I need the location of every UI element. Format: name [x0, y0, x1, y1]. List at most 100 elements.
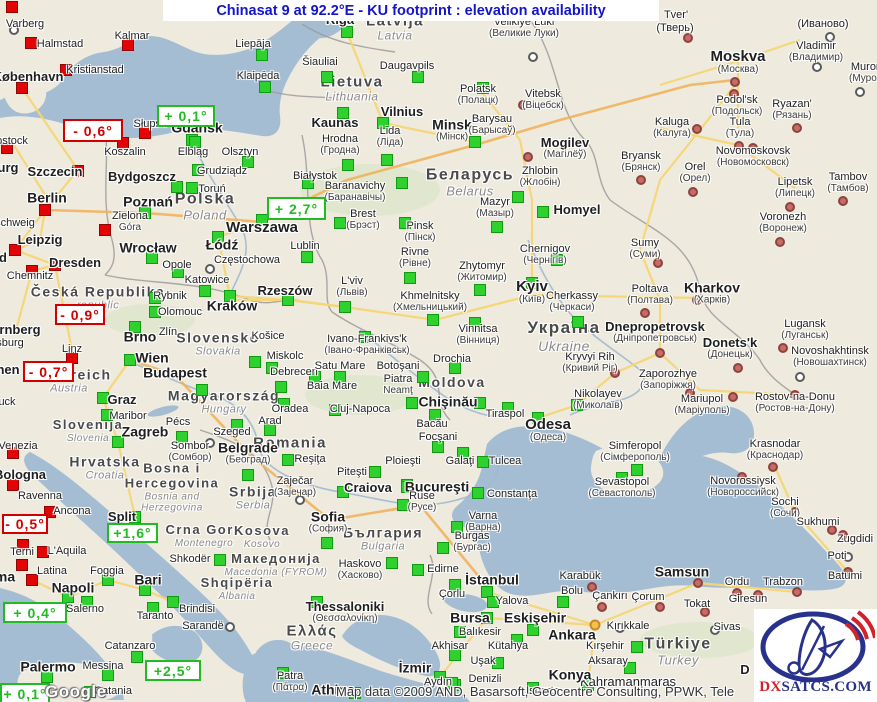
city-label: Vinnitsa(Вінниця): [456, 324, 499, 346]
country-label: SlovenskoSlovakia: [176, 330, 260, 359]
elevation-badge: +1,6°: [107, 523, 158, 543]
green-marker: [275, 381, 287, 393]
city-name: İstanbul: [465, 573, 519, 588]
city-alt-name: (Орел): [679, 174, 710, 185]
city-label: Karabük: [560, 571, 601, 583]
country-alt-name: Serbia: [229, 500, 277, 513]
green-marker: [369, 466, 381, 478]
city-label: Mogilev(Магілёў): [541, 136, 589, 160]
city-alt-name: (Хасково): [338, 571, 383, 582]
city-name: Sochi: [770, 497, 800, 509]
elevation-badge: + 0,1°: [0, 683, 50, 702]
elevation-badge: +2,5°: [145, 660, 201, 681]
city-alt-name: (Віцебск): [522, 101, 564, 112]
city-name: Burgas: [453, 531, 490, 543]
country-alt-name: Bulgaria: [343, 541, 423, 554]
city-label: Klaipėda: [237, 71, 280, 83]
red-dot-marker: [838, 196, 848, 206]
red-dot-marker: [692, 124, 702, 134]
city-name: urg: [0, 161, 18, 175]
city-name: Lublin: [290, 241, 319, 253]
city-name: Satu Mare: [315, 361, 366, 373]
city-alt-name: (Сімферополь): [600, 453, 670, 464]
green-marker: [631, 464, 643, 476]
city-name: Tver': [664, 10, 688, 22]
city-label: Satu Mare: [315, 361, 366, 373]
city-name: Vitebsk: [522, 89, 564, 101]
elevation-badge: - 0,6°: [63, 119, 123, 142]
city-name: Rivne: [399, 247, 431, 259]
green-marker: [474, 284, 486, 296]
city-label: Zhytomyr(Житомир): [457, 261, 507, 283]
city-alt-name: (Барысаў): [468, 126, 515, 137]
city-alt-name: (Липецк): [775, 189, 815, 200]
city-name: hen: [0, 363, 20, 377]
city-label: Pécs: [166, 417, 190, 429]
city-name: Rybnik: [153, 291, 187, 303]
city-name: Konya: [549, 668, 592, 683]
city-label: Polatsk(Полацк): [458, 84, 499, 106]
city-name: Edirne: [427, 564, 459, 576]
city-label: Szczecin: [28, 165, 83, 179]
city-name: Klaipėda: [237, 71, 280, 83]
red-dot-marker: [688, 187, 698, 197]
city-name: Brindisi: [179, 604, 215, 616]
city-name: Arad: [258, 416, 281, 428]
city-label: Lublin: [290, 241, 319, 253]
city-name: Ordu: [725, 577, 749, 589]
city-alt-name: (Новомосковск): [716, 158, 791, 169]
red-dot-marker: [775, 237, 785, 247]
city-name: Częstochowa: [214, 255, 280, 267]
red-dot-marker: [636, 175, 646, 185]
city-label: Sivas: [714, 622, 741, 634]
red-marker: [6, 1, 18, 13]
country-name: Srbija: [229, 484, 277, 500]
city-label: Odesa(Одеса): [525, 417, 571, 443]
city-label: Zaječar(Зајечар): [274, 476, 316, 498]
city-name: Zhlobin: [520, 166, 561, 178]
city-label: Chişinău: [418, 395, 477, 410]
city-name: Kraków: [207, 299, 258, 314]
city-label: Mariupol(Маріуполь): [674, 394, 729, 416]
city-name: Kalmar: [115, 31, 150, 43]
city-label: Rzeszów: [258, 284, 313, 298]
city-name: Grudziądz: [197, 166, 247, 178]
city-label: Cluj-Napoca: [330, 404, 391, 416]
city-alt-name: (Новороссийск): [707, 488, 779, 499]
city-label: Botoşani: [377, 361, 420, 373]
map-canvas[interactable]: Chinasat 9 at 92.2°E - KU footprint : el…: [0, 0, 877, 702]
city-label: Rivne(Рівне): [399, 247, 431, 269]
city-name: Nikolayev: [573, 389, 623, 401]
city-alt-name: (Муром): [849, 74, 877, 85]
city-name: Olsztyn: [222, 147, 259, 159]
city-name: Baranavichy: [325, 181, 386, 193]
city-label: Venezia: [0, 441, 38, 453]
city-name: Zagreb: [122, 425, 169, 440]
city-alt-name: (Дніпропетровськ): [605, 334, 705, 345]
country-label: MagyarországHungary: [168, 388, 280, 417]
red-dot-marker: [597, 602, 607, 612]
city-name: Kaunas: [312, 116, 359, 130]
city-name: Bryansk: [621, 151, 661, 163]
city-name: Rzeszów: [258, 284, 313, 298]
city-name: Daugavpils: [380, 61, 434, 73]
city-label: Zugdidi: [837, 534, 873, 546]
city-label: Budapest: [143, 366, 207, 381]
city-label: Tiraspol: [486, 409, 525, 421]
dxsatcs-logo[interactable]: DXSATCS.COM: [754, 609, 877, 702]
city-alt-name: (Вінниця): [456, 336, 499, 347]
city-alt-name: (Луганськ): [781, 331, 828, 342]
city-label: Brno: [124, 330, 157, 345]
google-watermark: Google: [45, 682, 107, 702]
city-name: Mariupol: [674, 394, 729, 406]
city-alt-name: (Πάτρα): [272, 683, 307, 694]
city-label: Terni: [10, 547, 34, 559]
city-name: Aksaray: [588, 656, 628, 668]
red-dot-marker: [523, 152, 533, 162]
city-label: Kalmar: [115, 31, 150, 43]
city-name: Ivano-Frankivs'k: [324, 334, 409, 346]
city-alt-name: (Маріуполь): [674, 406, 729, 417]
city-label: Kaunas: [312, 116, 359, 130]
city-label: (Тверь): [656, 23, 693, 35]
city-label: Tambov(Тамбов): [827, 172, 868, 194]
